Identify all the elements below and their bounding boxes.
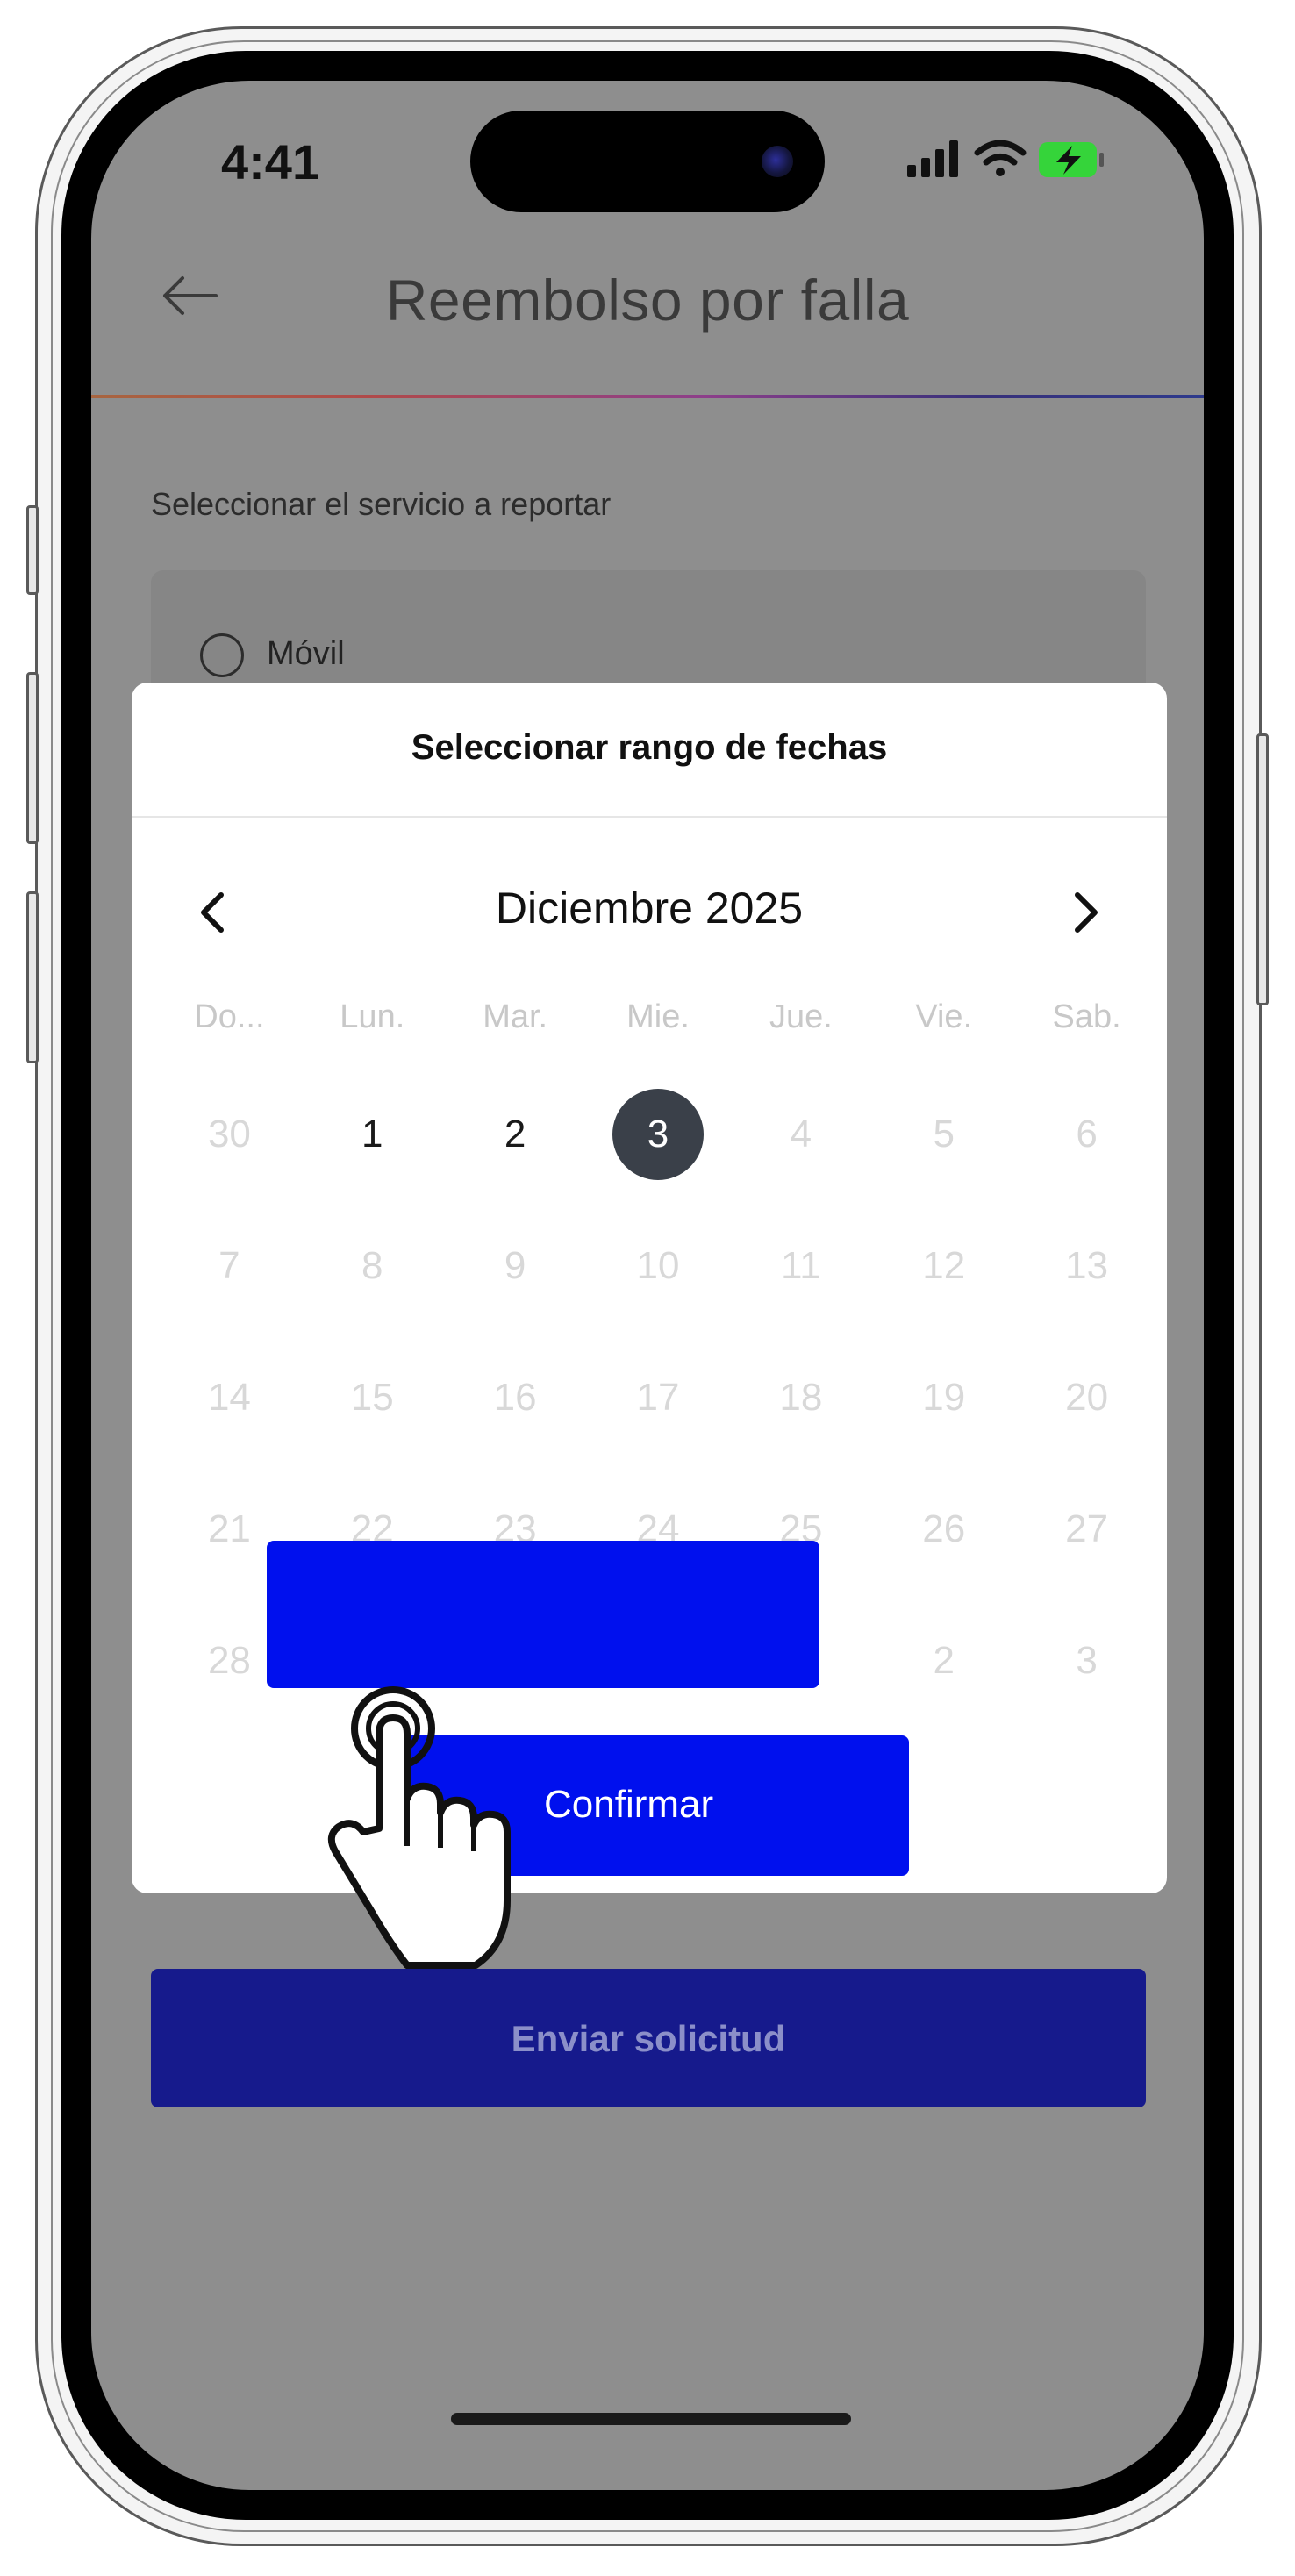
calendar-day-cell: 17 [587, 1332, 730, 1463]
weekday-label: Mie. [626, 998, 690, 1035]
calendar-day-cell: 19 [872, 1332, 1015, 1463]
calendar-day: 19 [922, 1376, 966, 1419]
calendar-day: 28 [207, 1639, 251, 1682]
calendar-week-row: 30 1 2 3 4 5 6 [158, 1069, 1158, 1200]
calendar-day-selected[interactable]: 3 [612, 1089, 704, 1180]
calendar-day: 3 [1076, 1639, 1098, 1682]
calendar-day-cell: 13 [1015, 1200, 1158, 1332]
calendar-day-cell: 6 [1015, 1069, 1158, 1200]
calendar-day-cell: 9 [444, 1200, 587, 1332]
calendar-day: 27 [1065, 1507, 1109, 1550]
status-icons [905, 135, 1107, 184]
battery-charging-icon [1039, 142, 1104, 177]
calendar-day: 13 [1065, 1244, 1109, 1287]
modal-divider [132, 816, 1167, 818]
calendar-day-cell: 8 [301, 1200, 444, 1332]
calendar-day-cell: 30 [158, 1069, 301, 1200]
calendar-day: 5 [933, 1113, 955, 1156]
calendar-day: 9 [504, 1244, 526, 1287]
weekday-label: Jue. [769, 998, 833, 1035]
calendar-week-row: 7 8 9 10 11 12 13 [158, 1200, 1158, 1332]
calendar-day: 20 [1065, 1376, 1109, 1419]
weekday-label: Vie. [915, 998, 973, 1035]
calendar-day: 26 [922, 1507, 966, 1550]
dynamic-island [470, 111, 825, 212]
calendar-day-cell: 11 [729, 1200, 872, 1332]
service-select-label: Seleccionar el servicio a reportar [151, 486, 612, 522]
calendar-day-cell: 16 [444, 1332, 587, 1463]
calendar-day: 14 [207, 1376, 251, 1419]
chevron-right-icon[interactable] [1069, 886, 1104, 939]
status-time: 4:41 [221, 134, 320, 190]
calendar-day: 21 [207, 1507, 251, 1550]
calendar-day: 15 [350, 1376, 394, 1419]
calendar-day: 30 [207, 1113, 251, 1156]
calendar-day-cell: 7 [158, 1200, 301, 1332]
calendar-day: 11 [781, 1244, 821, 1287]
calendar-day: 8 [361, 1244, 383, 1287]
calendar-day-cell: 14 [158, 1332, 301, 1463]
action-button [26, 505, 39, 595]
calendar-day-cell: 2 [872, 1595, 1015, 1727]
weekday-label: Lun. [340, 998, 405, 1035]
weekday-label: Do... [194, 998, 265, 1035]
submit-request-button[interactable]: Enviar solicitud [151, 1969, 1146, 2107]
volume-down-button [26, 891, 39, 1063]
calendar-day-cell: 3 [587, 1069, 730, 1200]
front-camera [762, 146, 793, 177]
home-indicator[interactable] [451, 2413, 851, 2425]
calendar-day: 12 [922, 1244, 966, 1287]
submit-request-label: Enviar solicitud [511, 2018, 786, 2059]
power-button [1256, 733, 1269, 1005]
calendar-day: 4 [790, 1113, 812, 1156]
date-range-modal: Seleccionar rango de fechas Diciembre 20… [132, 683, 1167, 1893]
weekday-label: Mar. [483, 998, 548, 1035]
header-gradient-divider [91, 395, 1204, 398]
calendar-day: 16 [493, 1376, 537, 1419]
calendar-day-cell: 12 [872, 1200, 1015, 1332]
calendar-day-cell: 18 [729, 1332, 872, 1463]
calendar-day-cell: 27 [1015, 1463, 1158, 1595]
volume-up-button [26, 672, 39, 844]
cellular-signal-icon [907, 140, 958, 177]
calendar-week-row: 14 15 16 17 18 19 20 [158, 1332, 1158, 1463]
service-radio-movil[interactable] [200, 633, 244, 677]
modal-title: Seleccionar rango de fechas [411, 728, 888, 767]
calendar-day-cell: 15 [301, 1332, 444, 1463]
calendar-day: 7 [218, 1244, 240, 1287]
calendar-day: 17 [636, 1376, 680, 1419]
calendar-day: 2 [933, 1639, 955, 1682]
page-title: Reembolso por falla [385, 268, 910, 333]
calendar-day[interactable]: 1 [326, 1089, 418, 1180]
calendar-day-cell: 5 [872, 1069, 1015, 1200]
wifi-icon [974, 140, 1027, 176]
calendar-day[interactable]: 2 [469, 1089, 561, 1180]
calendar-weekday-header: Do... Lun. Mar. Mie. Jue. Vie. Sab. [158, 998, 1158, 1051]
pointer-tap-hand-icon [327, 1686, 511, 1969]
weekday-label: Sab. [1052, 998, 1121, 1035]
calendar-day-cell: 3 [1015, 1595, 1158, 1727]
calendar-day-cell: 10 [587, 1200, 730, 1332]
calendar-month-label: Diciembre 2025 [495, 884, 804, 933]
phone-screen: 4:41 Reembolso por falla Seleccionar el … [91, 81, 1204, 2490]
calendar-day-cell: 20 [1015, 1332, 1158, 1463]
service-option-label: Móvil [267, 635, 345, 672]
calendar-day-cell: 26 [872, 1463, 1015, 1595]
calendar-day-cell: 2 [444, 1069, 587, 1200]
calendar-day-cell: 4 [729, 1069, 872, 1200]
calendar-day: 18 [779, 1376, 823, 1419]
calendar-day: 10 [636, 1244, 680, 1287]
calendar-day: 6 [1076, 1113, 1098, 1156]
calendar-day-cell: 1 [301, 1069, 444, 1200]
